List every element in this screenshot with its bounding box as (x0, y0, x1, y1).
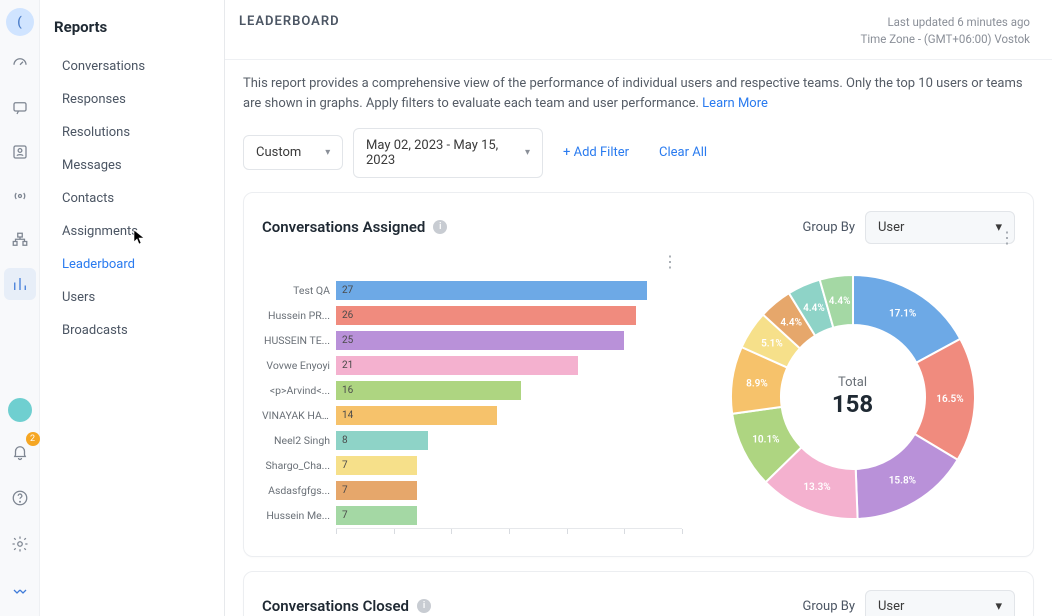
bar-chart: ⋮ Test QA27Hussein PR...26HUSSEIN TE...2… (262, 252, 682, 542)
bar[interactable]: 14 (336, 406, 497, 425)
groupby-label: Group By (803, 220, 856, 235)
report-description: This report provides a comprehensive vie… (243, 74, 1023, 114)
bar-label: Neel2 Singh (262, 434, 336, 447)
bar[interactable]: 7 (336, 506, 417, 525)
brand-icon[interactable] (4, 574, 36, 606)
conversations-assigned-card: Conversations Assigned i Group By User▾ … (243, 192, 1034, 557)
sidebar-item-conversations[interactable]: Conversations (54, 50, 224, 83)
bar[interactable]: 27 (336, 281, 647, 300)
sidebar-item-leaderboard[interactable]: Leaderboard (54, 248, 224, 281)
groupby-select[interactable]: User▾ (865, 590, 1015, 616)
bar[interactable]: 26 (336, 306, 636, 325)
info-icon[interactable]: i (417, 599, 431, 613)
bar[interactable]: 16 (336, 381, 521, 400)
bar-row: Test QA27 (262, 278, 682, 303)
bar-label: Test QA (262, 284, 336, 297)
help-icon[interactable] (4, 482, 36, 514)
slice-label: 15.8% (888, 475, 915, 486)
bar[interactable]: 25 (336, 331, 624, 350)
info-icon[interactable]: i (433, 220, 447, 234)
slice-label: 4.4% (828, 296, 850, 307)
sidebar-item-broadcasts[interactable]: Broadcasts (54, 314, 224, 347)
bar-row: VINAYAK HA...14 (262, 403, 682, 428)
bar-row: HUSSEIN TE...25 (262, 328, 682, 353)
bar-row: Hussein PR...26 (262, 303, 682, 328)
header-meta: Last updated 6 minutes ago Time Zone - (… (861, 14, 1030, 49)
total-value: 158 (832, 390, 873, 418)
main-area: LEADERBOARD Last updated 6 minutes ago T… (224, 0, 1052, 616)
sidebar-item-responses[interactable]: Responses (54, 83, 224, 116)
chevron-down-icon: ▾ (325, 147, 330, 158)
bar[interactable]: 21 (336, 356, 578, 375)
settings-icon[interactable] (4, 528, 36, 560)
reports-sidebar: Reports ConversationsResponsesResolution… (40, 0, 224, 616)
donut-chart: ⋮ 17.1%16.5%15.8%13.3%10.1%8.9%5.1%4.4%4… (690, 252, 1015, 542)
sidebar-title: Reports (54, 18, 224, 36)
bar[interactable]: 7 (336, 456, 417, 475)
icon-rail: ( 2 (0, 0, 40, 616)
card-title: Conversations Closed (262, 597, 409, 615)
timezone: Time Zone - (GMT+06:00) Vostok (861, 31, 1030, 48)
page-title: LEADERBOARD (239, 14, 340, 29)
slice-label: 4.4% (780, 317, 802, 328)
bar[interactable]: 8 (336, 431, 428, 450)
bar-label: <p>Arvind<... (262, 384, 336, 397)
clear-all-button[interactable]: Clear All (649, 137, 717, 168)
slice-label: 16.5% (936, 394, 963, 405)
bar-label: Shargo_Cha... (262, 459, 336, 472)
notification-badge: 2 (26, 432, 40, 446)
date-range-dropdown[interactable]: May 02, 2023 - May 15, 2023▾ (353, 128, 543, 178)
chat-icon[interactable] (4, 92, 36, 124)
bar[interactable]: 7 (336, 481, 417, 500)
last-updated: Last updated 6 minutes ago (861, 14, 1030, 31)
bar-label: HUSSEIN TE... (262, 334, 336, 347)
learn-more-link[interactable]: Learn More (702, 96, 768, 111)
slice-label: 17.1% (888, 308, 915, 319)
sidebar-item-assignments[interactable]: Assignments (54, 215, 224, 248)
bar-row: Shargo_Cha...7 (262, 453, 682, 478)
card-title: Conversations Assigned (262, 218, 425, 236)
groupby-label: Group By (803, 599, 856, 614)
chevron-down-icon: ▾ (995, 599, 1002, 614)
chevron-down-icon: ▾ (525, 147, 530, 158)
notifications-icon[interactable]: 2 (4, 436, 36, 468)
workspace-avatar[interactable]: ( (6, 8, 34, 36)
sidebar-item-users[interactable]: Users (54, 281, 224, 314)
groupby-select[interactable]: User▾ (865, 211, 1015, 244)
bar-row: <p>Arvind<...16 (262, 378, 682, 403)
slice-label: 10.1% (752, 434, 779, 445)
contacts-icon[interactable] (4, 136, 36, 168)
bar-label: Hussein PR... (262, 309, 336, 322)
bar-row: Hussein Me...7 (262, 503, 682, 528)
bar-label: VINAYAK HA... (262, 409, 336, 422)
sidebar-item-resolutions[interactable]: Resolutions (54, 116, 224, 149)
slice-label: 5.1% (761, 339, 783, 350)
bar-row: Vovwe Enyoyi21 (262, 353, 682, 378)
broadcast-icon[interactable] (4, 180, 36, 212)
add-filter-button[interactable]: + Add Filter (553, 137, 639, 168)
bar-row: Neel2 Singh8 (262, 428, 682, 453)
sidebar-item-messages[interactable]: Messages (54, 149, 224, 182)
bar-label: Asdasfgfgs... (262, 484, 336, 497)
slice-label: 13.3% (803, 482, 830, 493)
dashboard-icon[interactable] (4, 48, 36, 80)
reports-icon[interactable] (4, 268, 36, 300)
total-label: Total (832, 375, 873, 390)
range-mode-dropdown[interactable]: Custom▾ (243, 135, 343, 170)
conversations-closed-card: Conversations Closed i Group By User▾ (243, 571, 1034, 616)
chart-menu-icon[interactable]: ⋮ (662, 252, 678, 271)
chart-menu-icon[interactable]: ⋮ (999, 228, 1015, 247)
user-avatar[interactable] (8, 398, 32, 422)
slice-label: 4.4% (803, 303, 825, 314)
sidebar-item-contacts[interactable]: Contacts (54, 182, 224, 215)
slice-label: 8.9% (746, 378, 768, 389)
bar-row: Asdasfgfgs...7 (262, 478, 682, 503)
bar-label: Hussein Me... (262, 509, 336, 522)
bar-label: Vovwe Enyoyi (262, 359, 336, 372)
org-icon[interactable] (4, 224, 36, 256)
